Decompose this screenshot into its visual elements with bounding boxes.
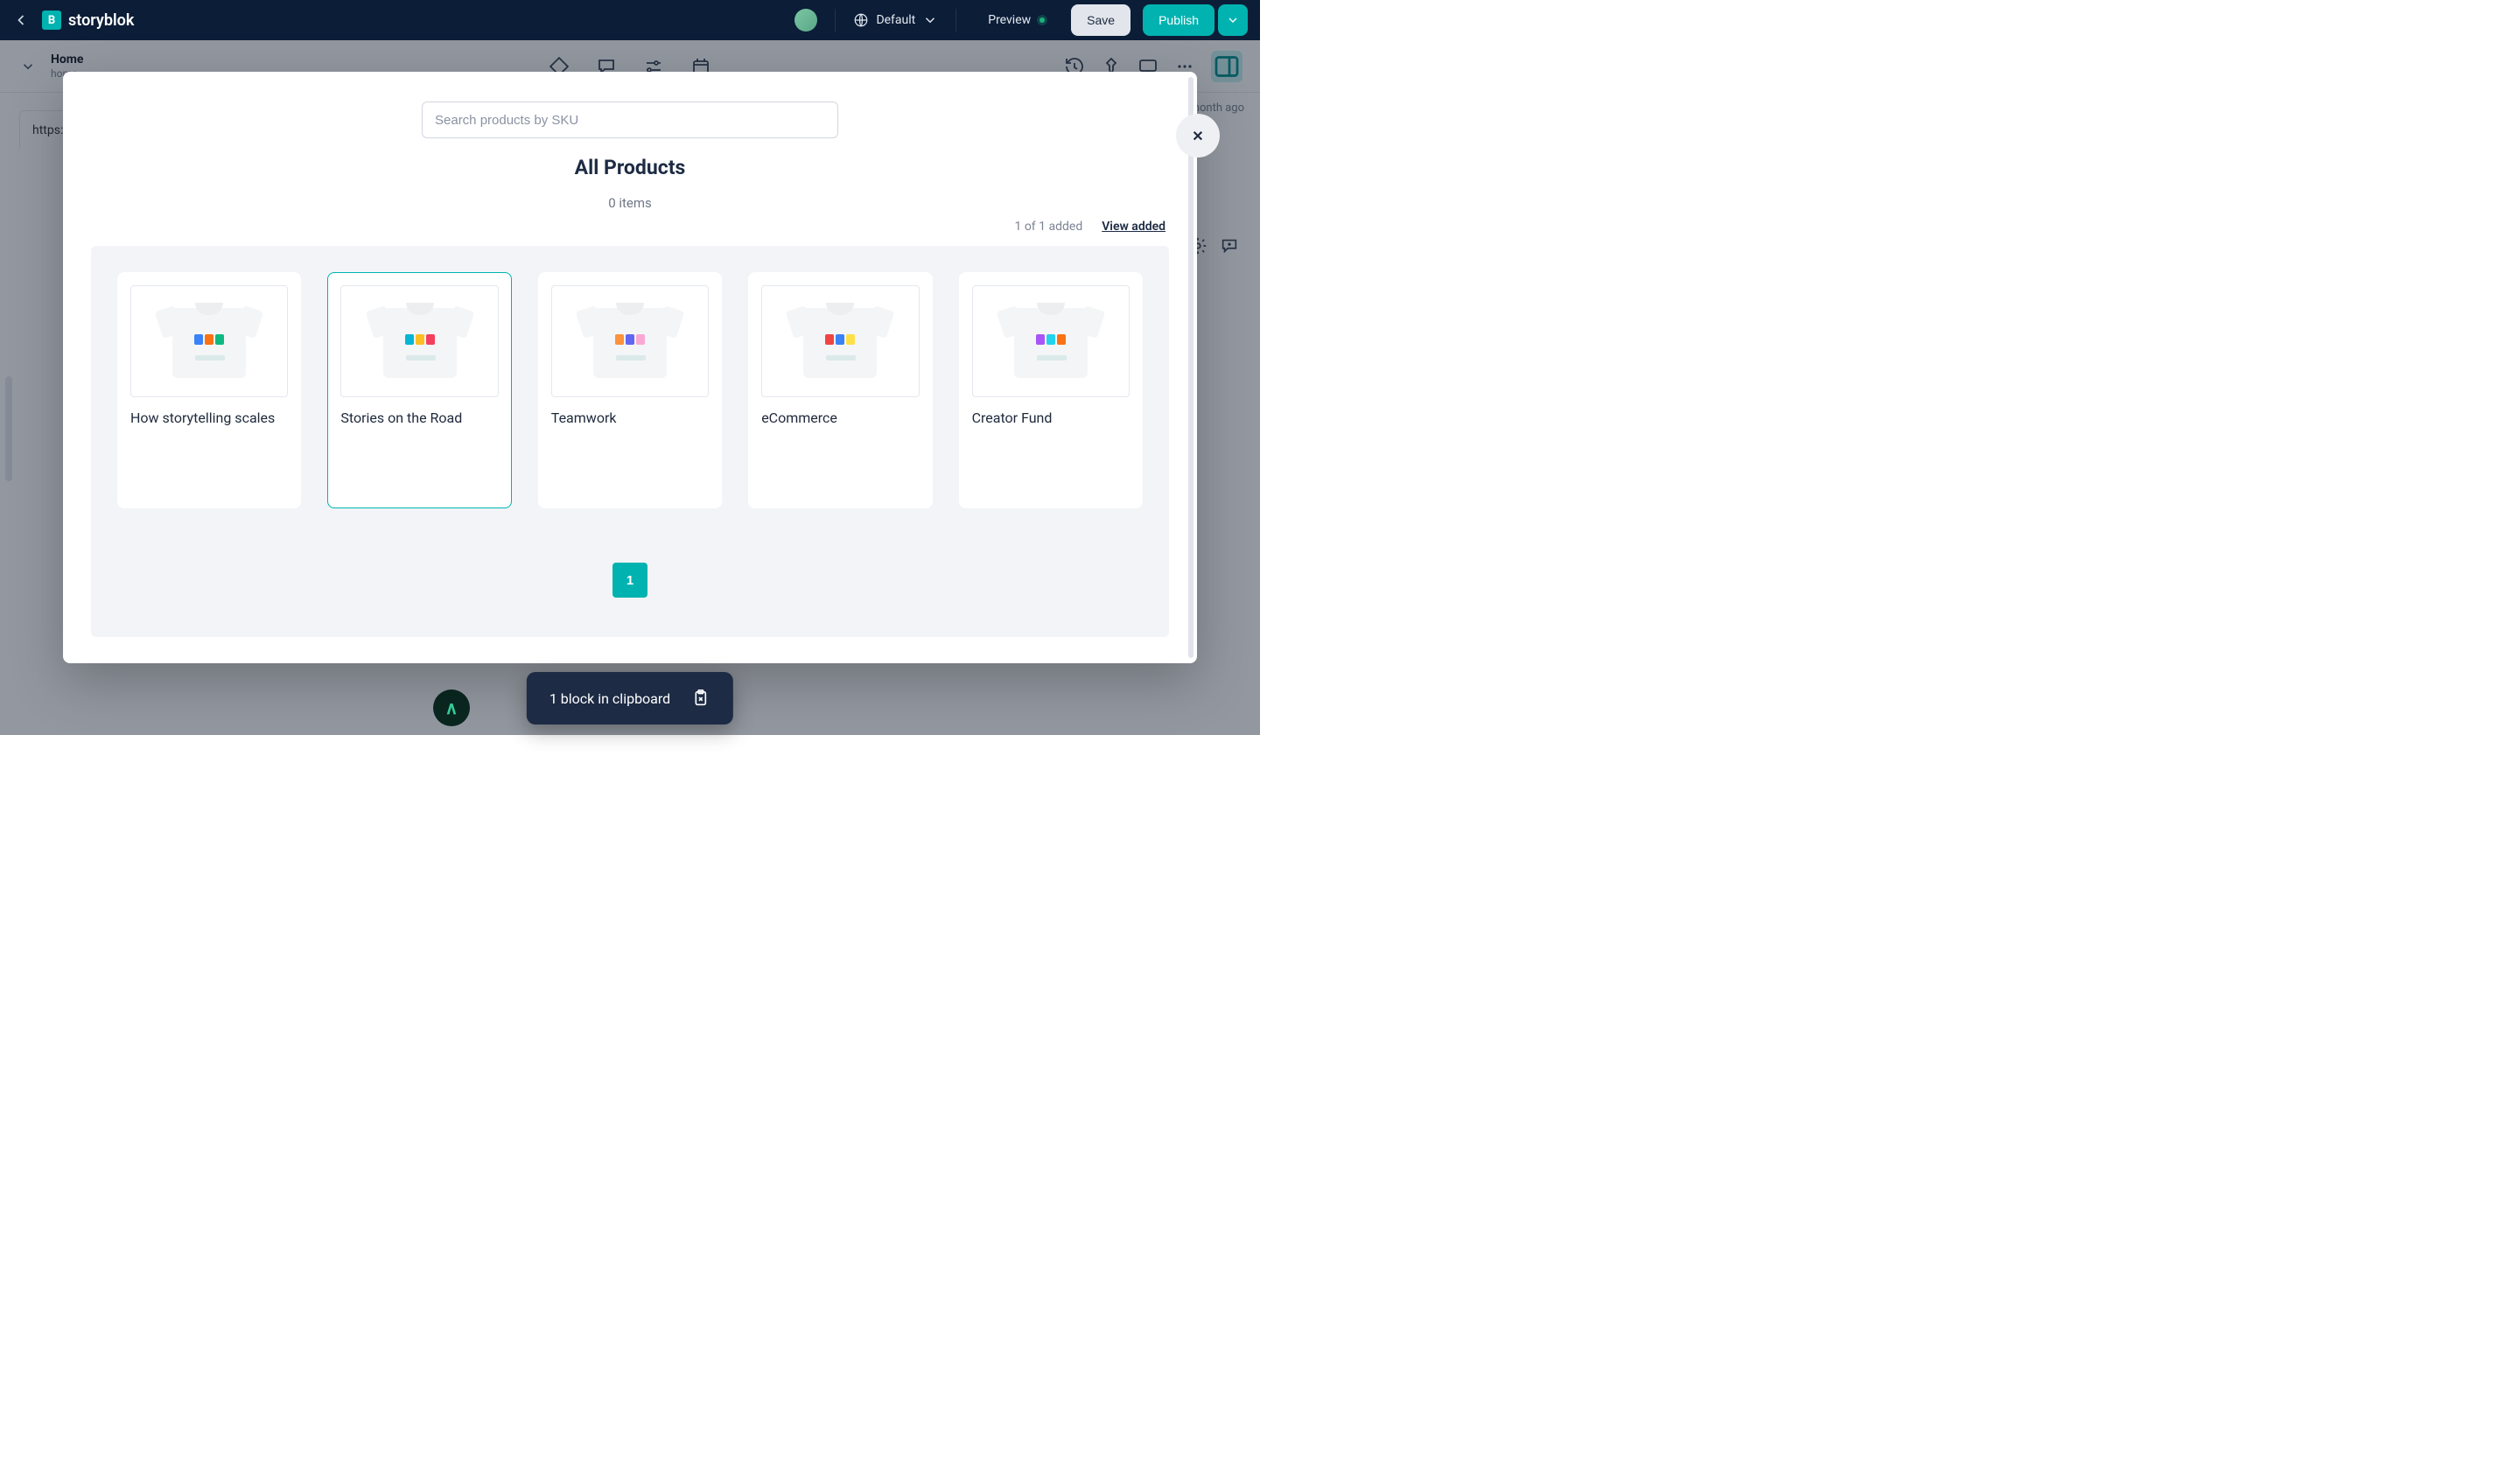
preview-button[interactable]: Preview bbox=[974, 13, 1059, 27]
page-1-button[interactable]: 1 bbox=[612, 563, 648, 598]
status-dot-icon bbox=[1040, 18, 1045, 23]
save-button[interactable]: Save bbox=[1071, 4, 1130, 36]
product-card[interactable]: Teamwork bbox=[538, 272, 722, 508]
publish-button[interactable]: Publish bbox=[1143, 4, 1214, 36]
preview-label: Preview bbox=[988, 13, 1031, 27]
product-card[interactable]: eCommerce bbox=[748, 272, 932, 508]
back-arrow-button[interactable] bbox=[12, 11, 30, 29]
publish-dropdown-button[interactable] bbox=[1218, 4, 1248, 36]
chevron-down-icon bbox=[1226, 13, 1240, 27]
product-image bbox=[551, 285, 709, 397]
product-grid: How storytelling scales Stories on the R… bbox=[117, 272, 1143, 508]
close-button[interactable]: ✕ bbox=[1176, 114, 1220, 158]
search-input[interactable] bbox=[422, 102, 838, 138]
clipboard-icon bbox=[691, 689, 710, 708]
product-card[interactable]: How storytelling scales bbox=[117, 272, 301, 508]
app-header: B storyblok Default Preview Save Publish bbox=[0, 0, 1260, 40]
product-name: Teamwork bbox=[551, 410, 709, 426]
tshirt-icon bbox=[998, 298, 1103, 385]
brand-mark: B bbox=[42, 10, 61, 30]
language-switcher[interactable]: Default bbox=[853, 12, 938, 28]
mountain-icon: ∧ bbox=[445, 697, 458, 718]
items-count: 0 items bbox=[608, 195, 652, 211]
product-image bbox=[761, 285, 919, 397]
product-picker-modal: All Products 0 items 1 of 1 added View a… bbox=[63, 72, 1197, 663]
tshirt-icon bbox=[157, 298, 262, 385]
avatar[interactable] bbox=[794, 9, 817, 32]
clipboard-toast[interactable]: 1 block in clipboard bbox=[527, 672, 733, 724]
globe-icon bbox=[853, 12, 869, 28]
product-card[interactable]: Creator Fund bbox=[959, 272, 1143, 508]
product-name: Creator Fund bbox=[972, 410, 1130, 426]
product-name: How storytelling scales bbox=[130, 410, 288, 426]
tshirt-icon bbox=[578, 298, 682, 385]
product-name: Stories on the Road bbox=[340, 410, 498, 426]
product-area: How storytelling scales Stories on the R… bbox=[91, 246, 1169, 637]
product-image bbox=[972, 285, 1130, 397]
product-card[interactable]: Stories on the Road bbox=[327, 272, 511, 508]
framework-badge: ∧ bbox=[433, 690, 470, 726]
added-count: 1 of 1 added bbox=[1014, 220, 1082, 234]
brand-logo[interactable]: B storyblok bbox=[42, 10, 134, 30]
pagination: 1 bbox=[117, 563, 1143, 598]
brand-name: storyblok bbox=[68, 11, 134, 30]
tshirt-icon bbox=[368, 298, 472, 385]
view-added-link[interactable]: View added bbox=[1102, 220, 1166, 234]
product-image bbox=[340, 285, 498, 397]
chevron-down-icon bbox=[922, 12, 938, 28]
product-image bbox=[130, 285, 288, 397]
divider bbox=[835, 9, 836, 32]
tshirt-icon bbox=[788, 298, 892, 385]
modal-scrollbar[interactable] bbox=[1188, 77, 1194, 658]
modal-title: All Products bbox=[575, 156, 686, 179]
product-name: eCommerce bbox=[761, 410, 919, 426]
language-label: Default bbox=[876, 13, 915, 27]
toast-text: 1 block in clipboard bbox=[550, 690, 670, 707]
